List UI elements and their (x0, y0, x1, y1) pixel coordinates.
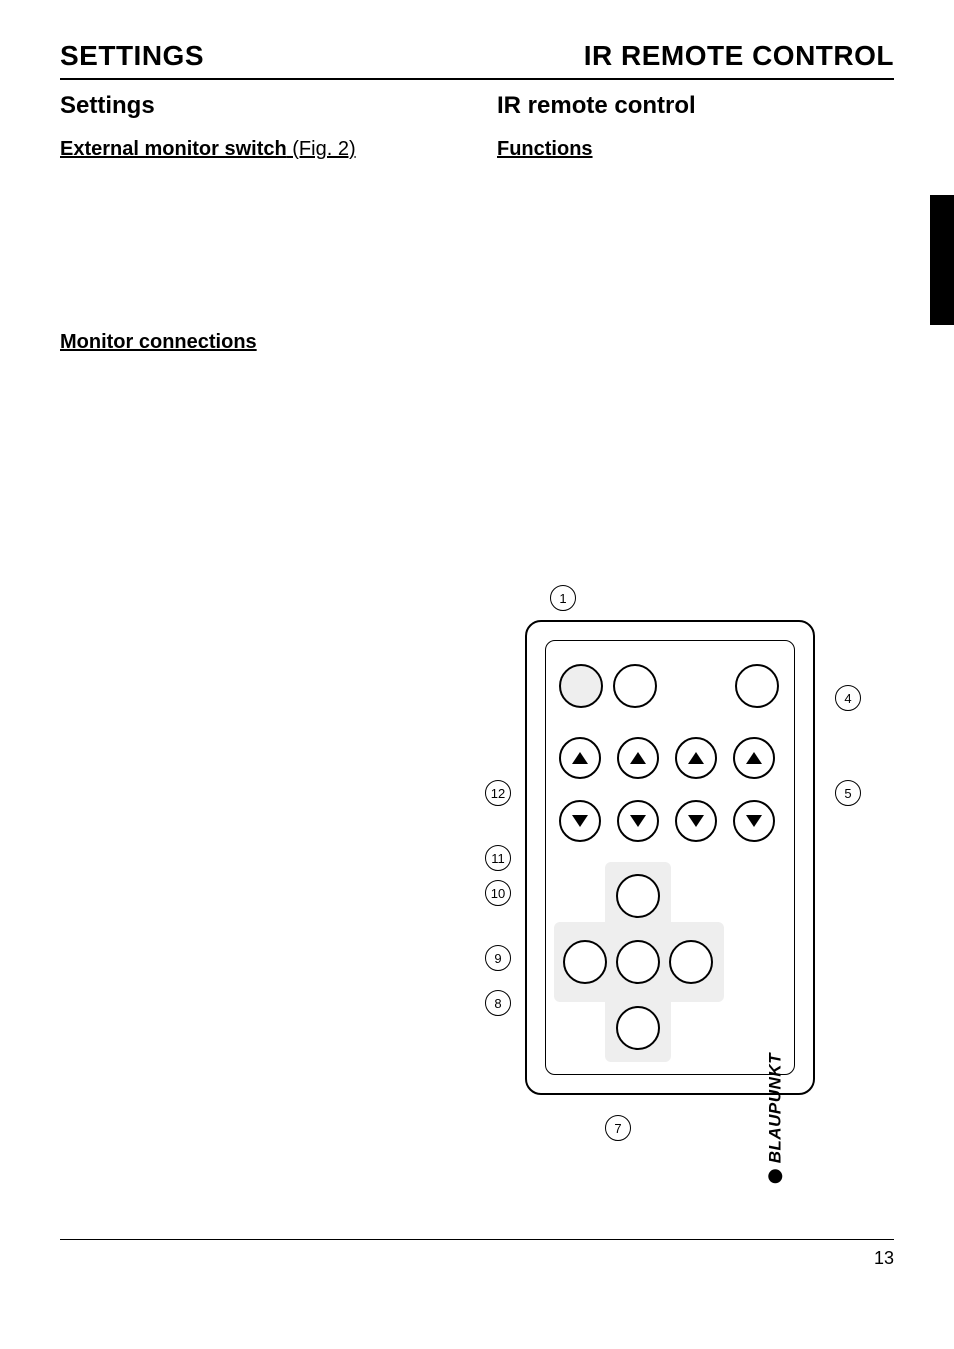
triangle-up-icon (746, 752, 762, 764)
remote-button-up-3 (675, 737, 717, 779)
triangle-down-icon (688, 815, 704, 827)
external-monitor-fig: (Fig. 2) (287, 138, 356, 160)
remote-diagram: BLAUPUNKT 1 4 5 12 11 10 9 8 7 (470, 590, 900, 1170)
triangle-up-icon (572, 752, 588, 764)
callout-12: 12 (485, 780, 511, 806)
remote-button-r1c1 (559, 664, 603, 708)
callout-9: 9 (485, 945, 511, 971)
triangle-down-icon (746, 815, 762, 827)
remote-button-down-2 (617, 800, 659, 842)
external-monitor-bold: External monitor switch (60, 138, 287, 160)
callout-10: 10 (485, 880, 511, 906)
remote-dpad-up (616, 874, 660, 918)
ir-remote-title: IR remote control (497, 92, 894, 120)
triangle-up-icon (630, 752, 646, 764)
page-footer: 13 (60, 1239, 894, 1269)
callout-11: 11 (485, 845, 511, 871)
header-left: SETTINGS (60, 40, 204, 72)
remote-dpad-right (669, 940, 713, 984)
callout-1: 1 (550, 585, 576, 611)
remote-button-up-1 (559, 737, 601, 779)
remote-dpad-center (616, 940, 660, 984)
top-header-row: SETTINGS IR REMOTE CONTROL (60, 40, 894, 80)
side-tab-marker (930, 195, 954, 325)
remote-dpad-left (563, 940, 607, 984)
settings-title: Settings (60, 92, 457, 120)
callout-4: 4 (835, 685, 861, 711)
functions-label: Functions (497, 138, 593, 160)
monitor-connections-heading: Monitor connections (60, 331, 457, 354)
external-monitor-heading: External monitor switch (Fig. 2) (60, 138, 457, 161)
functions-heading: Functions (497, 138, 894, 161)
brand-text: BLAUPUNKT (765, 1053, 785, 1163)
triangle-down-icon (630, 815, 646, 827)
remote-button-r1c3 (735, 664, 779, 708)
callout-8: 8 (485, 990, 511, 1016)
remote-button-up-2 (617, 737, 659, 779)
page-number: 13 (874, 1248, 894, 1268)
remote-button-down-3 (675, 800, 717, 842)
remote-button-down-4 (733, 800, 775, 842)
triangle-up-icon (688, 752, 704, 764)
callout-5: 5 (835, 780, 861, 806)
remote-button-up-4 (733, 737, 775, 779)
remote-button-r1c2 (613, 664, 657, 708)
left-column: Settings External monitor switch (Fig. 2… (60, 92, 457, 354)
remote-outer-frame: BLAUPUNKT (525, 620, 815, 1095)
right-column: IR remote control Functions (497, 92, 894, 354)
brand-dot-icon (768, 1169, 782, 1183)
remote-dpad-down (616, 1006, 660, 1050)
callout-7: 7 (605, 1115, 631, 1141)
triangle-down-icon (572, 815, 588, 827)
header-right: IR REMOTE CONTROL (584, 40, 894, 72)
brand-label: BLAUPUNKT (765, 1053, 785, 1183)
remote-button-down-1 (559, 800, 601, 842)
